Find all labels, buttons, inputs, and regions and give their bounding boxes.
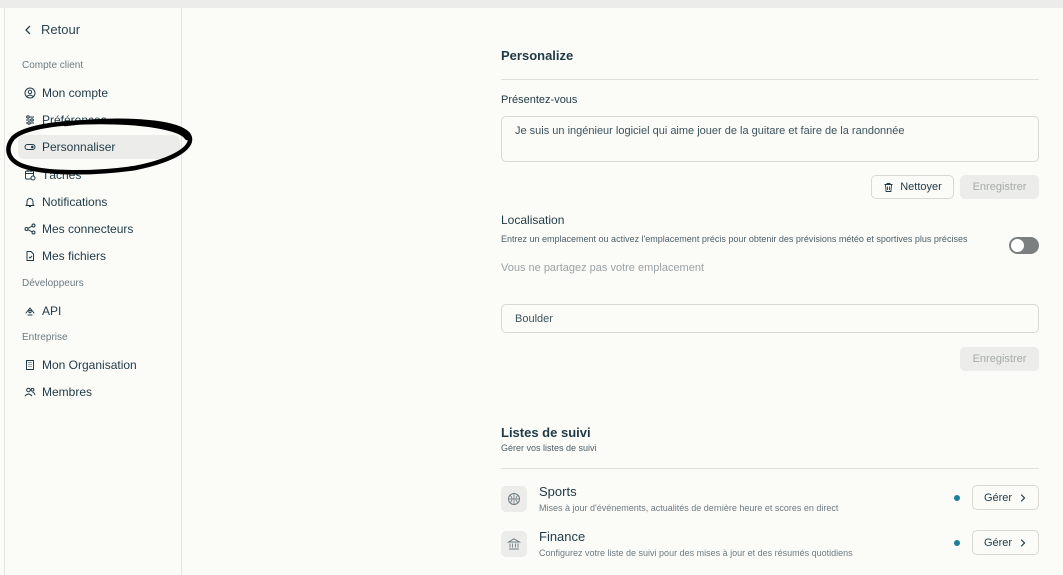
file-icon: [26, 251, 34, 261]
back-label: Retour: [41, 22, 81, 37]
bell-icon: [25, 198, 35, 207]
section-label-client: Compte client: [22, 60, 84, 71]
watchlists-subtitle: Gérer vos listes de suivi: [501, 443, 597, 453]
bank-icon: [501, 531, 527, 557]
watchlist-description: Configurez votre liste de suivi pour des…: [539, 548, 853, 558]
precise-location-toggle[interactable]: [1009, 237, 1039, 254]
sidebar-item-members[interactable]: Membres: [18, 380, 180, 404]
watchlists-title: Listes de suivi: [501, 425, 591, 440]
user-circle-icon: [24, 87, 36, 99]
sidebar-item-connectors[interactable]: Mes connecteurs: [18, 217, 180, 241]
divider: [501, 468, 1039, 469]
save-intro-button[interactable]: Enregistrer: [960, 175, 1039, 199]
sidebar-item-label: Membres: [42, 385, 93, 399]
watchlist-name: Sports: [539, 484, 577, 499]
save-label: Enregistrer: [972, 353, 1027, 365]
sidebar-item-account[interactable]: Mon compte: [18, 81, 180, 105]
sidebar-item-preferences[interactable]: Préférences: [18, 108, 180, 132]
settings-window: Retour Compte client Mon compte Préféren…: [4, 8, 1063, 575]
location-status: Vous ne partagez pas votre emplacement: [501, 262, 705, 274]
api-icon: [25, 307, 35, 316]
sidebar-item-label: Mon Organisation: [42, 358, 137, 372]
location-description: Entrez un emplacement ou activez l'empla…: [501, 234, 968, 244]
calendar-clock-icon: [25, 170, 36, 181]
manage-finance-button[interactable]: Gérer: [972, 530, 1039, 555]
manage-label: Gérer: [983, 536, 1013, 549]
basketball-icon: [501, 486, 527, 512]
building-icon: [26, 360, 34, 370]
manage-sports-button[interactable]: Gérer: [972, 485, 1039, 510]
watchlist-item-sports: Sports Mises à jour d'événements, actual…: [501, 482, 1039, 518]
chevron-right-icon: [1020, 538, 1026, 547]
top-border: [0, 0, 1063, 8]
share-nodes-icon: [24, 223, 36, 235]
sidebar-item-notifications[interactable]: Notifications: [18, 190, 180, 214]
manage-label: Gérer: [983, 491, 1013, 504]
watchlist-name: Finance: [539, 529, 586, 544]
location-label: Localisation: [501, 213, 565, 227]
sidebar-item-organisation[interactable]: Mon Organisation: [18, 353, 180, 377]
section-label-enterprise: Entreprise: [22, 332, 68, 343]
section-label-dev: Développeurs: [22, 278, 84, 289]
back-button[interactable]: Retour: [23, 22, 80, 37]
watchlist-item-finance: Finance Configurez votre liste de suivi …: [501, 527, 1039, 563]
sidebar: Retour Compte client Mon compte Préféren…: [5, 8, 193, 575]
page-title: Personalize: [501, 48, 574, 63]
clear-button[interactable]: Nettoyer: [871, 175, 954, 199]
watchlist-description: Mises à jour d'événements, actualités de…: [539, 503, 839, 513]
location-input[interactable]: Boulder: [501, 304, 1039, 333]
intro-label: Présentez-vous: [501, 94, 578, 106]
users-icon: [24, 387, 36, 397]
status-dot: [954, 540, 960, 546]
chevron-right-icon: [1020, 493, 1026, 502]
toggle-icon: [24, 144, 36, 150]
save-label: Enregistrer: [972, 181, 1027, 193]
sliders-icon: [26, 115, 34, 125]
intro-textarea[interactable]: Je suis un ingénieur logiciel qui aime j…: [501, 116, 1039, 162]
clear-label: Nettoyer: [900, 181, 942, 193]
sidebar-item-label: Préférences: [42, 113, 107, 127]
sidebar-item-files[interactable]: Mes fichiers: [18, 244, 180, 268]
sidebar-item-label: Mes connecteurs: [42, 222, 134, 236]
divider: [501, 79, 1039, 80]
sidebar-item-label: Mon compte: [42, 86, 109, 100]
save-location-button[interactable]: Enregistrer: [960, 347, 1039, 371]
sidebar-item-label: Personnaliser: [42, 140, 116, 154]
sidebar-item-label: Mes fichiers: [42, 249, 107, 263]
sidebar-item-label: API: [42, 304, 62, 318]
status-dot: [954, 495, 960, 501]
toggle-knob: [1011, 239, 1024, 252]
trash-icon: [884, 182, 893, 192]
sidebar-item-label: Tâches: [42, 168, 82, 182]
chevron-left-icon: [25, 25, 31, 34]
sidebar-item-label: Notifications: [42, 195, 108, 209]
sidebar-item-personalize[interactable]: Personnaliser: [18, 135, 180, 159]
sidebar-item-api[interactable]: API: [18, 299, 180, 323]
sidebar-item-tasks[interactable]: Tâches: [18, 163, 180, 187]
